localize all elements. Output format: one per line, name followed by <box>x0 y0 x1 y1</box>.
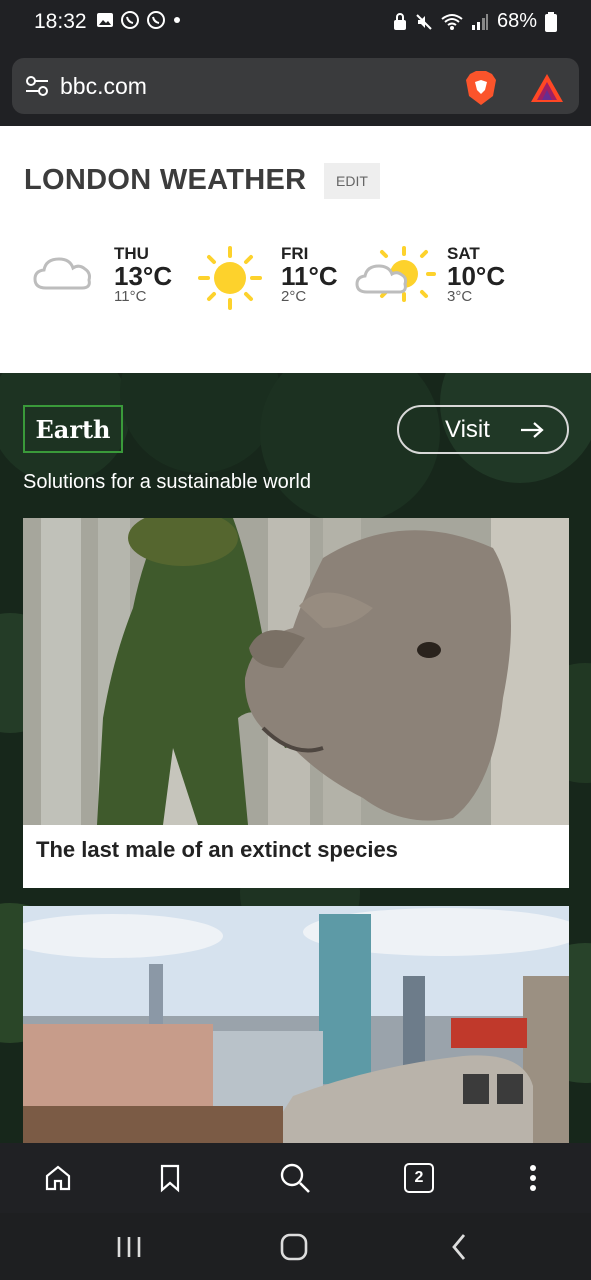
tabs-button[interactable]: 2 <box>402 1161 436 1195</box>
signal-icon <box>471 13 488 30</box>
city-train-photo[interactable] <box>23 906 569 1143</box>
site-settings-icon[interactable] <box>24 73 50 99</box>
address-bar-area: bbc.com <box>0 46 591 126</box>
search-button[interactable] <box>278 1161 312 1195</box>
status-time: 18:32 <box>34 10 87 33</box>
sun-cloud-icon <box>355 246 436 302</box>
forecast-thu: THU 13°C 11°C <box>114 244 172 305</box>
story-caption[interactable]: The last male of an extinct species <box>36 837 398 863</box>
forecast-fri: FRI 11°C 2°C <box>281 244 338 305</box>
home-icon <box>45 1165 71 1191</box>
high-temp: 13°C <box>114 261 173 291</box>
back-icon[interactable] <box>450 1233 468 1261</box>
more-vertical-icon <box>530 1165 536 1191</box>
battery-icon <box>545 11 557 32</box>
menu-button[interactable] <box>516 1161 550 1195</box>
earth-tagline: Solutions for a sustainable world <box>23 471 311 493</box>
weather-title: LONDON WEATHER <box>24 164 307 196</box>
earth-badge[interactable]: Earth <box>23 405 123 453</box>
system-nav-bar <box>0 1213 591 1280</box>
recent-apps-icon[interactable] <box>116 1235 142 1259</box>
rhino-photo[interactable] <box>23 518 569 825</box>
high-temp: 11°C <box>281 261 338 291</box>
story-card[interactable]: The last male of an extinct species <box>23 518 569 888</box>
dot-icon <box>174 17 180 23</box>
battery-percent: 68% <box>496 10 537 32</box>
system-icons: 68% <box>393 10 557 33</box>
viber-icon-2 <box>147 11 165 29</box>
brave-rewards-icon[interactable] <box>530 72 564 104</box>
status-bar: 18:32 68% <box>0 0 591 46</box>
visit-label: Visit <box>445 415 490 443</box>
lock-icon <box>393 12 406 30</box>
visit-button[interactable]: Visit <box>397 405 569 454</box>
wifi-icon <box>441 13 463 30</box>
earth-section: Earth Visit Solutions for a sustainable … <box>0 373 591 1143</box>
weather-widget: LONDON WEATHER EDIT THU 13°C 11°C FRI 11… <box>0 126 591 373</box>
url-text[interactable]: bbc.com <box>60 73 147 100</box>
bookmark-icon <box>160 1164 180 1193</box>
address-bar[interactable]: bbc.com <box>12 58 579 114</box>
search-icon <box>280 1163 310 1193</box>
arrow-right-icon <box>520 421 544 438</box>
forecast-sat: SAT 10°C 3°C <box>447 244 505 305</box>
browser-toolbar: 2 <box>0 1143 591 1213</box>
tabs-count-icon: 2 <box>404 1163 434 1193</box>
cloud-icon <box>33 257 91 290</box>
story-card-2[interactable] <box>23 906 569 1143</box>
brave-shields-icon[interactable] <box>464 70 498 106</box>
high-temp: 10°C <box>447 261 506 291</box>
home-nav-icon[interactable] <box>280 1233 308 1261</box>
edit-button[interactable]: EDIT <box>324 163 380 199</box>
home-button[interactable] <box>41 1161 75 1195</box>
notification-icons <box>96 10 182 30</box>
gallery-icon <box>97 13 113 27</box>
bookmarks-button[interactable] <box>153 1161 187 1195</box>
sun-icon <box>198 246 262 310</box>
viber-icon <box>121 11 139 29</box>
mute-icon <box>416 13 432 30</box>
